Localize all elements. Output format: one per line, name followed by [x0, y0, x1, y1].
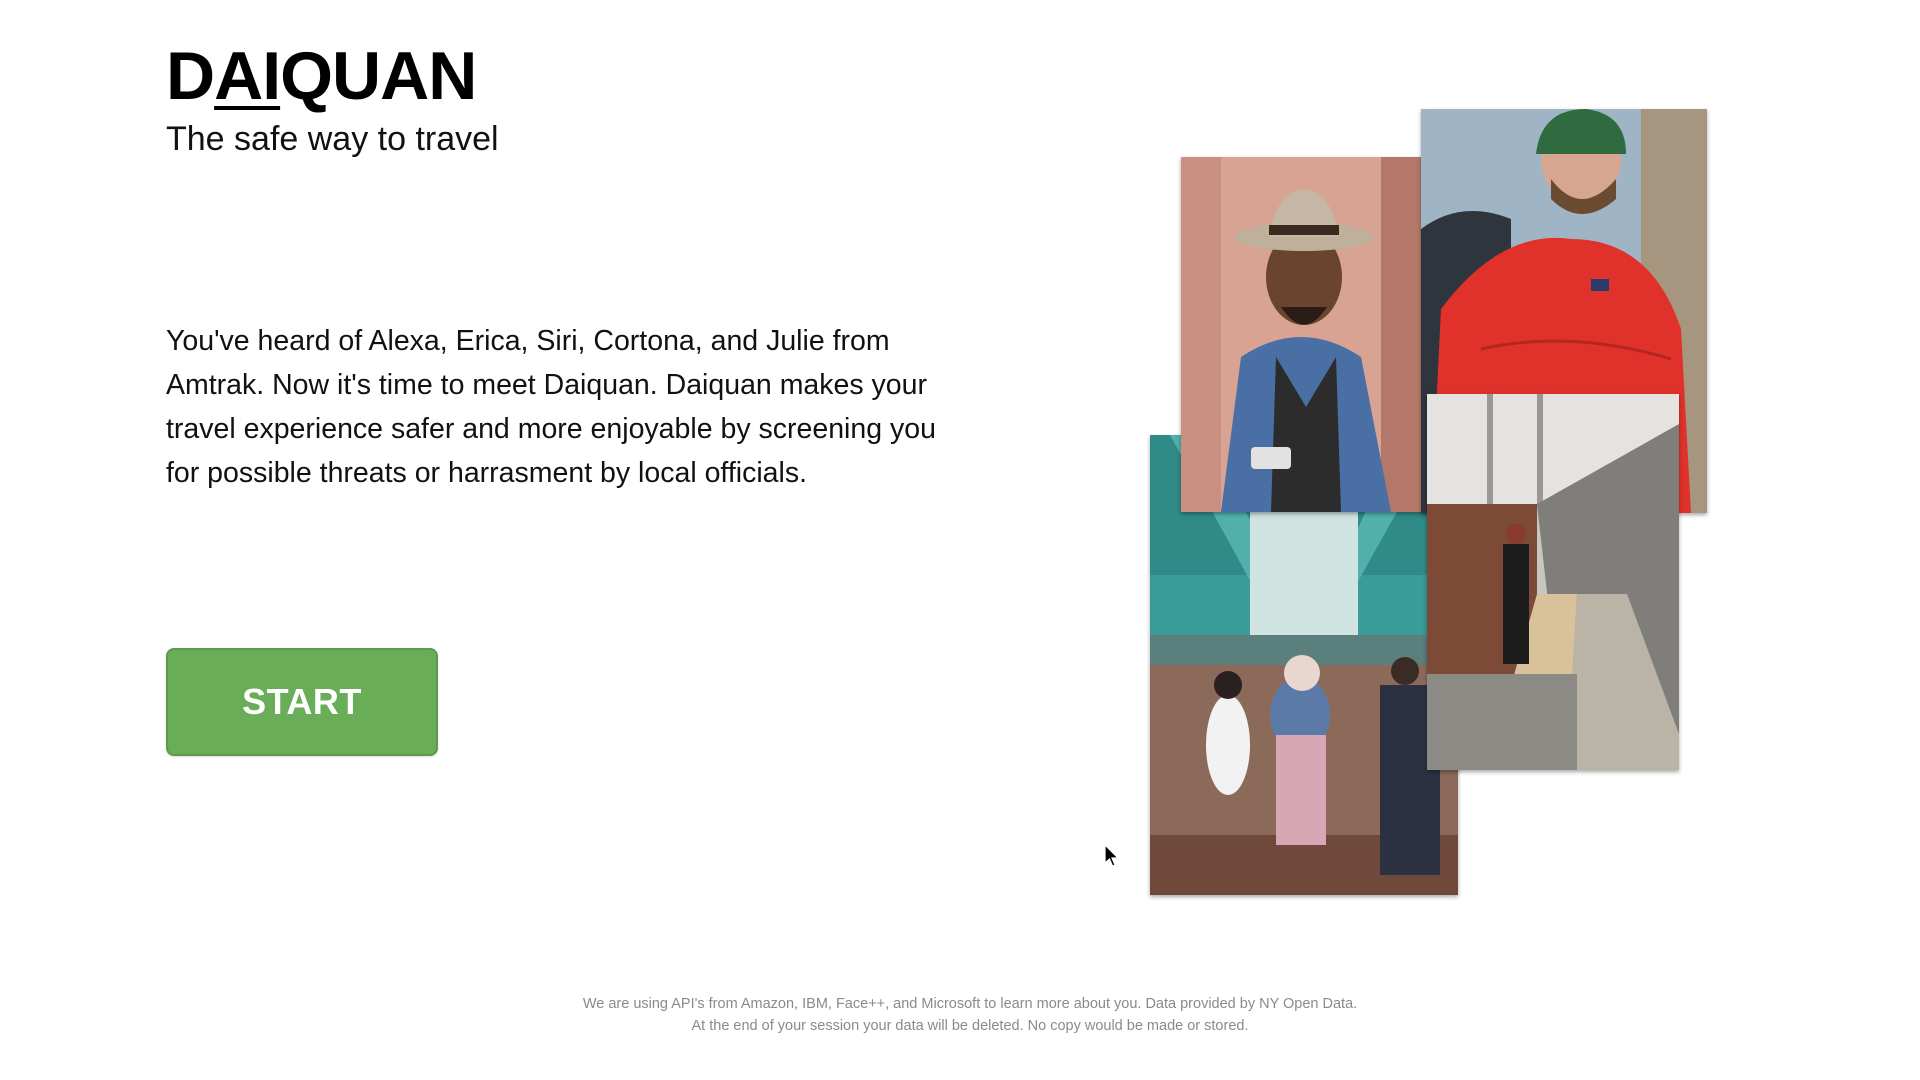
logo-suffix: QUAN — [280, 38, 477, 114]
logo-ai: AI — [214, 38, 281, 114]
subway-platform-photo — [1427, 394, 1679, 770]
logo-prefix: D — [166, 38, 215, 114]
brand-header: DAIQUAN The safe way to travel — [166, 42, 499, 159]
mouse-cursor-icon — [1104, 844, 1120, 867]
man-in-hat-photo — [1181, 157, 1426, 512]
footer-disclaimer: We are using API's from Amazon, IBM, Fac… — [0, 993, 1920, 1037]
footer-line-1: We are using API's from Amazon, IBM, Fac… — [582, 996, 1358, 1012]
photo-collage — [1150, 105, 1710, 905]
tagline: The safe way to travel — [166, 120, 499, 158]
footer-line-2: At the end of your session your data wil… — [691, 1018, 1249, 1034]
logo: DAIQUAN — [166, 42, 499, 110]
intro-paragraph: You've heard of Alexa, Erica, Siri, Cort… — [166, 325, 936, 489]
start-button[interactable]: START — [166, 648, 438, 756]
